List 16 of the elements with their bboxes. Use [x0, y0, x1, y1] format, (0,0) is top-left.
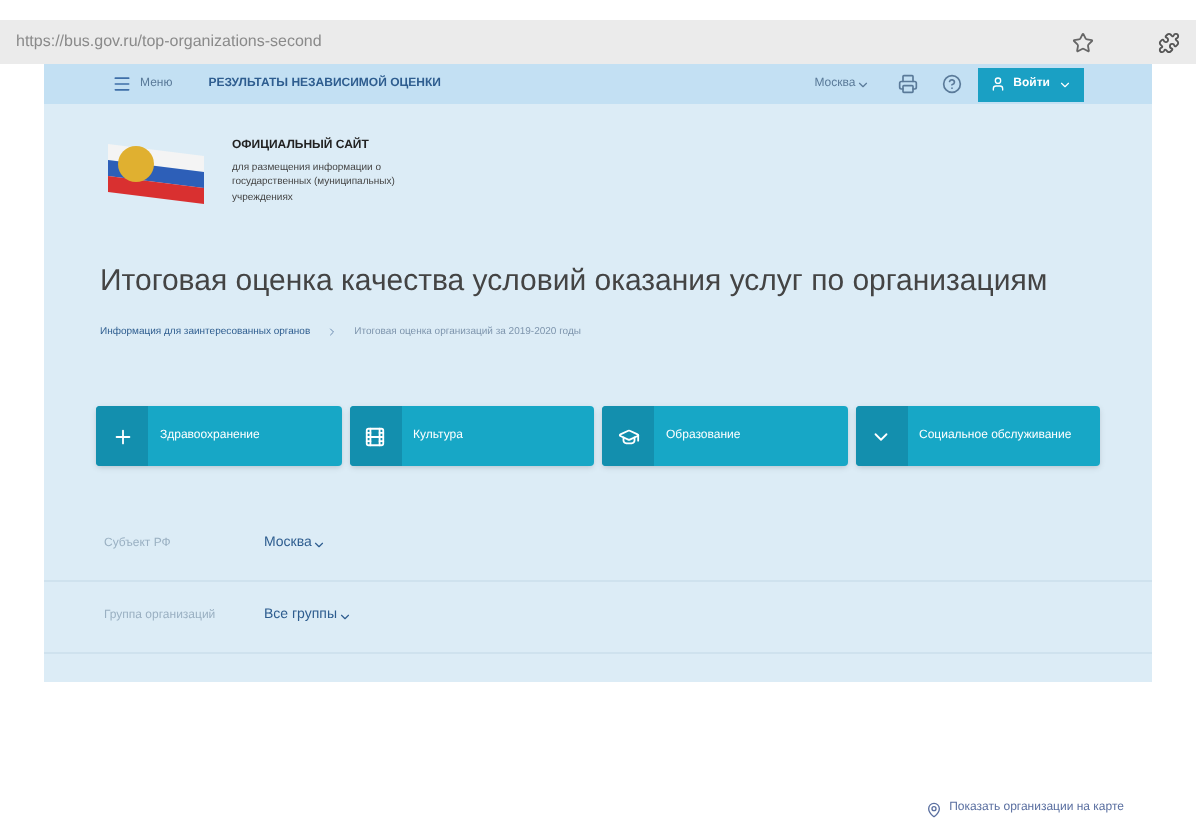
printer-icon[interactable]: [897, 74, 918, 94]
caret-icon: [855, 77, 870, 91]
extension-icon[interactable]: [1158, 31, 1180, 53]
culture-category-icon: [364, 425, 386, 447]
caret-icon: [311, 538, 326, 552]
bookmark-star-icon[interactable]: [1072, 31, 1094, 53]
user-icon: [989, 76, 1006, 92]
page-title: Итоговая оценка качества условий оказания услуг по организациям: [100, 262, 1050, 302]
education-category-icon: [617, 425, 639, 447]
breadcrumb-separator-icon: [326, 326, 339, 339]
caret-icon: [337, 610, 351, 624]
health-category-icon: [111, 425, 133, 447]
caret-icon: [1058, 77, 1072, 91]
map-pin-icon: [925, 801, 942, 817]
help-icon[interactable]: [941, 74, 962, 94]
menu-icon: [112, 74, 132, 94]
